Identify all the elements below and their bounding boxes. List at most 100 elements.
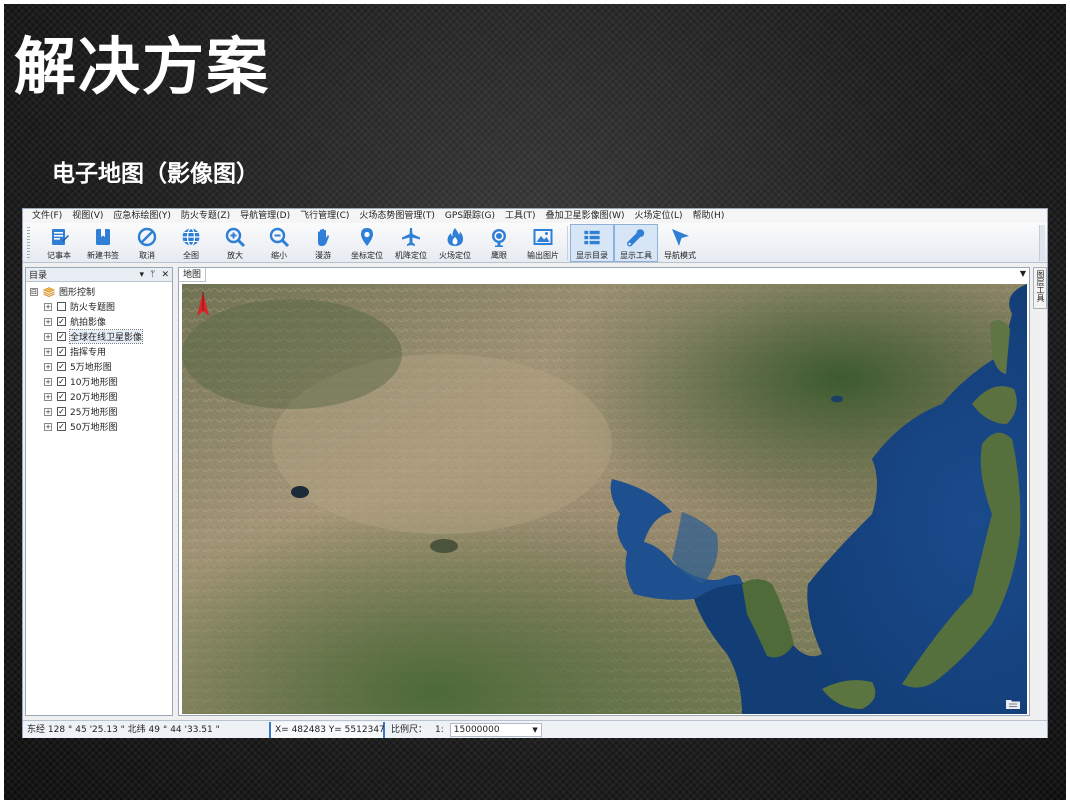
expand-icon[interactable]: + [44,377,52,386]
layer-item[interactable]: + ✓ 50万地形图 [30,419,172,434]
north-arrow-icon [197,292,209,316]
expand-icon[interactable]: + [44,422,52,431]
menu-fire-locate[interactable]: 火场定位(L) [630,209,688,223]
full-extent-button-label: 全图 [183,251,199,260]
menu-emergency-plot[interactable]: 应急标绘图(Y) [108,209,176,223]
expand-icon[interactable]: + [44,332,52,341]
layer-item[interactable]: + ✓ 航拍影像 [30,314,172,329]
layer-item[interactable]: + ✓ 指挥专用 [30,344,172,359]
collapse-icon[interactable]: ⊟ [30,287,38,296]
cancel-button[interactable]: 取消 [125,224,169,262]
menu-fire-situation[interactable]: 火场态势图管理(T) [354,209,440,223]
layer-item[interactable]: + ✓ 5万地形图 [30,359,172,374]
export-image-button[interactable]: 输出图片 [521,224,565,262]
zoom-in-button-label: 放大 [227,251,243,260]
layer-checkbox[interactable]: ✓ [57,422,66,431]
chevron-down-icon[interactable]: ▾ [140,268,145,282]
navigation-mode-button-label: 导航模式 [664,251,696,260]
menu-fire-thematic[interactable]: 防火专题(Z) [176,209,235,223]
scale-prefix: 1: [435,724,444,735]
menu-file[interactable]: 文件(F) [27,209,67,223]
layer-checkbox[interactable] [57,302,66,311]
plane-icon [402,228,420,246]
pan-button-label: 漫游 [315,251,331,260]
expand-icon[interactable]: + [44,347,52,356]
globe-icon [182,227,200,247]
close-icon[interactable]: ✕ [161,268,169,282]
layer-tree: ⊟ 图形控制 + 防火专题图 + ✓ 航拍影像 + ✓ 全球在线卫星影像 + ✓… [26,282,172,434]
new-bookmark-button[interactable]: 新建书签 [81,224,125,262]
fire-icon [447,228,464,246]
slide-subtitle: 电子地图（影像图） [52,161,259,187]
toolbar-endcap [1039,225,1045,261]
list-icon [584,230,600,245]
catalog-title: 目录 [29,271,48,281]
toolbar-separator [567,226,568,260]
navigation-mode-button[interactable]: 导航模式 [658,224,702,262]
layer-label: 防火专题图 [70,303,116,313]
coordinate-locate-button[interactable]: 坐标定位 [345,224,389,262]
layer-item[interactable]: + ✓ 25万地形图 [30,404,172,419]
layer-item[interactable]: + 防火专题图 [30,299,172,314]
layer-checkbox[interactable]: ✓ [57,362,66,371]
layer-item[interactable]: + ✓ 10万地形图 [30,374,172,389]
map-legend-icon[interactable] [1005,698,1021,710]
slide-title: 解决方案 [14,30,271,103]
expand-icon[interactable]: + [44,302,52,311]
layer-checkbox[interactable]: ✓ [57,317,66,326]
menu-navigation[interactable]: 导航管理(D) [235,209,295,223]
layer-checkbox[interactable]: ✓ [57,377,66,386]
notepad-icon [52,229,69,245]
layer-checkbox[interactable]: ✓ [57,392,66,401]
tree-root-label: 图形控制 [59,288,96,298]
map-canvas[interactable] [182,284,1027,714]
layer-checkbox[interactable]: ✓ [57,332,66,341]
status-bar: 东经 128 ° 45 '25.13 " 北纬 49 ° 44 '33.51 "… [23,720,1047,738]
tab-map[interactable]: 地图 [179,268,207,282]
landing-locate-button-label: 机降定位 [395,251,427,260]
show-tools-button[interactable]: 显示工具 [614,224,658,262]
tree-root[interactable]: ⊟ 图形控制 [30,284,172,299]
satellite-imagery[interactable] [182,284,1027,714]
menu-flight[interactable]: 飞行管理(C) [295,209,354,223]
eagle-eye-button-label: 鹰眼 [491,251,507,260]
layer-checkbox[interactable]: ✓ [57,347,66,356]
pin-panel-icon[interactable]: ᛘ [150,268,155,282]
layer-item-selected[interactable]: + ✓ 全球在线卫星影像 [30,329,172,344]
show-catalog-button[interactable]: 显示目录 [570,224,614,262]
expand-icon[interactable]: + [44,392,52,401]
scale-select[interactable]: 15000000 ▼ [449,722,542,737]
full-extent-button[interactable]: 全图 [169,224,213,262]
tab-menu-icon[interactable]: ▼ [1020,269,1026,278]
landing-locate-button[interactable]: 机降定位 [389,224,433,262]
layer-label: 20万地形图 [70,393,118,403]
toolbar: 记事本 新建书签 取消 全图 放大 缩小 漫游 坐标定位 机降定位 火场定位 鹰… [23,223,1047,263]
menu-gps[interactable]: GPS跟踪(G) [440,209,500,223]
layer-label: 5万地形图 [70,363,112,373]
pan-button[interactable]: 漫游 [301,224,345,262]
expand-icon[interactable]: + [44,407,52,416]
eagle-eye-icon [492,229,506,247]
layer-item[interactable]: + ✓ 20万地形图 [30,389,172,404]
show-catalog-button-label: 显示目录 [576,251,608,260]
coordinate-locate-button-label: 坐标定位 [351,251,383,260]
catalog-panel-header: 目录 ▾ ᛘ ✕ [26,268,172,282]
expand-icon[interactable]: + [44,317,52,326]
layer-tools-strip[interactable]: 图层工具 [1033,267,1047,309]
status-xy: X= 482483 Y= 5512347 [269,721,385,738]
toolbar-grip[interactable] [27,227,30,259]
expand-icon[interactable]: + [44,362,52,371]
notepad-button[interactable]: 记事本 [37,224,81,262]
zoom-in-button[interactable]: 放大 [213,224,257,262]
layer-label: 50万地形图 [70,423,118,433]
chevron-down-icon[interactable]: ▼ [532,724,537,736]
fire-locate-button[interactable]: 火场定位 [433,224,477,262]
eagle-eye-button[interactable]: 鹰眼 [477,224,521,262]
menu-help[interactable]: 帮助(H) [688,209,730,223]
layer-checkbox[interactable]: ✓ [57,407,66,416]
zoom-out-button-label: 缩小 [271,251,287,260]
menu-satellite-overlay[interactable]: 叠加卫星影像图(W) [541,209,630,223]
menu-view[interactable]: 视图(V) [67,209,108,223]
menu-tools[interactable]: 工具(T) [500,209,541,223]
zoom-out-button[interactable]: 缩小 [257,224,301,262]
